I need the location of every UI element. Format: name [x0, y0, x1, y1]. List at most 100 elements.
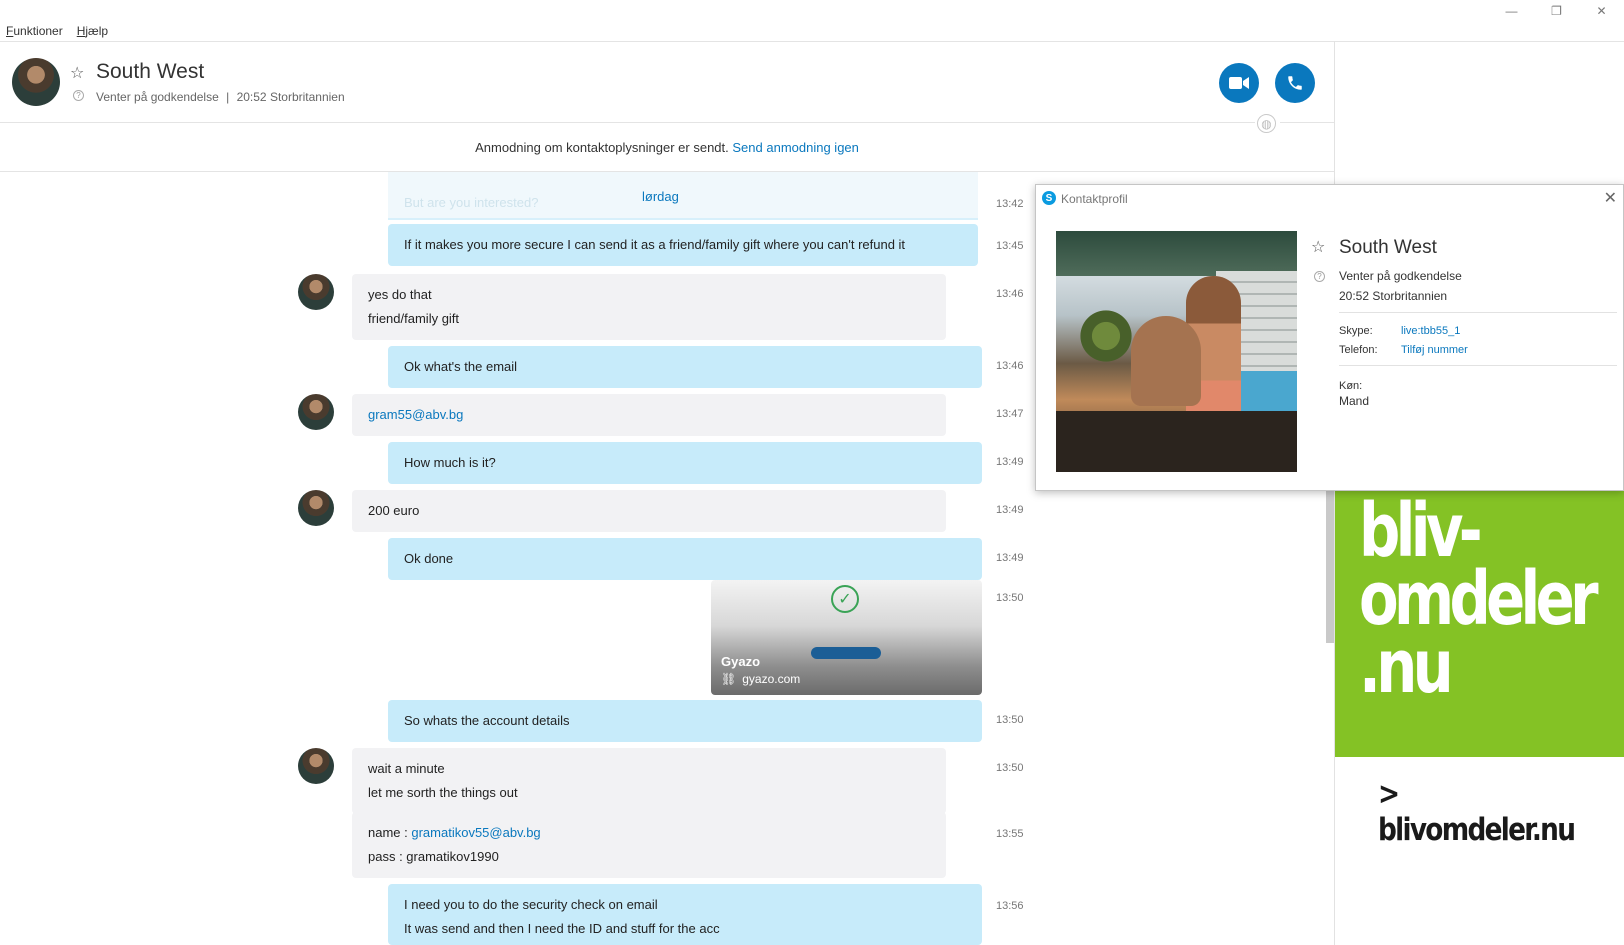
message-line: let me sorth the things out [368, 785, 518, 800]
outgoing-message[interactable]: So whats the account details [388, 700, 982, 742]
menu-funktioner[interactable]: Funktioner [6, 24, 63, 38]
profile-status: Venter på godkendelse [1339, 269, 1462, 283]
photo-palm [1076, 301, 1136, 371]
profile-local-time: 20:52 Storbritannien [1339, 289, 1448, 303]
email-link[interactable]: gram55@abv.bg [368, 407, 463, 422]
preview-domain: ⛓ gyazo.com [721, 672, 800, 686]
ad-headline: bliv- omdeler .nu [1359, 491, 1599, 710]
contact-status: Venter på godkendelse | 20:52 Storbritan… [96, 90, 345, 104]
outgoing-message[interactable]: How much is it? [388, 442, 982, 484]
favorite-star-icon[interactable]: ☆ [70, 63, 84, 83]
message-line: 200 euro [368, 503, 420, 518]
email-link[interactable]: gramatikov55@abv.bg [411, 825, 540, 840]
favorite-star-icon[interactable]: ☆ [1311, 237, 1325, 257]
message-line: So whats the account details [404, 713, 570, 728]
ad-line: omdeler [1359, 556, 1599, 642]
menu-bar: Funktioner Hjælp [6, 24, 108, 38]
message-line: yes do that [368, 287, 432, 302]
checkmark-icon: ✓ [831, 585, 859, 613]
incoming-message[interactable]: wait a minute let me sorth the things ou… [352, 748, 946, 814]
preview-title: Gyazo [721, 654, 761, 669]
contact-avatar[interactable] [12, 58, 60, 106]
local-time: 20:52 Storbritannien [236, 90, 345, 104]
contact-avatar[interactable] [298, 394, 334, 430]
incoming-message[interactable]: name : gramatikov55@abv.bg pass : gramat… [352, 812, 946, 878]
contact-avatar[interactable] [298, 274, 334, 310]
message-line: wait a minute [368, 761, 445, 776]
message-time: 13:47 [996, 408, 1024, 420]
audio-call-button[interactable] [1275, 63, 1315, 103]
day-separator: lørdag [642, 189, 679, 204]
message-time: 13:49 [996, 504, 1024, 516]
message-time: 13:50 [996, 714, 1024, 726]
message-line: pass : gramatikov1990 [368, 849, 499, 864]
message-time: 13:46 [996, 360, 1024, 372]
video-call-button[interactable] [1219, 63, 1259, 103]
status-separator: | [226, 90, 230, 104]
name-label: name : [368, 825, 412, 840]
ad-line: .nu [1359, 624, 1454, 710]
message-time: 13:55 [996, 828, 1024, 840]
phone-icon [1288, 76, 1302, 90]
status-text: Venter på godkendelse [96, 90, 219, 104]
ad-link[interactable]: > blivomdeler.nu [1378, 776, 1587, 848]
contact-avatar[interactable] [298, 490, 334, 526]
link-preview-card[interactable]: ✓ Gyazo ⛓ gyazo.com [711, 580, 982, 695]
close-icon[interactable]: ✕ [1604, 188, 1617, 208]
advertisement-banner[interactable]: bliv- omdeler .nu [1335, 491, 1624, 757]
faded-message-text: But are you interested? [404, 195, 539, 210]
contact-profile-panel: S Kontaktprofil ✕ ☆ South West ? Venter … [1035, 184, 1624, 491]
contact-name[interactable]: South West [96, 60, 204, 84]
incoming-message[interactable]: 200 euro [352, 490, 946, 532]
minimize-button[interactable]: — [1489, 0, 1534, 22]
preview-domain-text: gyazo.com [742, 672, 801, 686]
request-text: Anmodning om kontaktoplysninger er sendt… [475, 140, 729, 155]
message-time: 13:42 [996, 198, 1024, 210]
ad-line: bliv- [1359, 491, 1483, 574]
divider [1339, 365, 1617, 366]
close-window-button[interactable]: ✕ [1579, 0, 1624, 22]
menu-hjaelp[interactable]: Hjælp [77, 24, 108, 38]
contact-request-banner: Anmodning om kontaktoplysninger er sendt… [0, 140, 1334, 155]
outgoing-message[interactable]: Ok what's the email [388, 346, 982, 388]
message-line: If it makes you more secure I can send i… [404, 237, 906, 252]
divider [0, 122, 1255, 123]
incoming-message[interactable]: yes do that friend/family gift [352, 274, 946, 340]
message-line: Ok what's the email [404, 359, 518, 374]
phone-label: Telefon: [1339, 344, 1378, 356]
message-line: How much is it? [404, 455, 496, 470]
globe-icon: ◍ [1257, 114, 1276, 133]
gender-label: Køn: [1339, 380, 1363, 392]
outgoing-message[interactable]: Ok done [388, 538, 982, 580]
pending-status-icon: ? [73, 90, 84, 101]
window-controls: — ❐ ✕ [1489, 0, 1624, 22]
pending-status-icon: ? [1314, 271, 1325, 282]
message-line: Ok done [404, 551, 454, 566]
message-time: 13:56 [996, 900, 1024, 912]
message-time: 13:50 [996, 592, 1024, 604]
outgoing-message[interactable]: I need you to do the security check on e… [388, 884, 982, 945]
message-time: 13:50 [996, 762, 1024, 774]
message-line: It was send and then I need the ID and s… [404, 921, 720, 936]
photo-awning [1056, 231, 1297, 276]
message-line: name : gramatikov55@abv.bg [368, 821, 930, 845]
profile-photo [1056, 231, 1297, 472]
divider [0, 41, 1624, 42]
divider [1280, 122, 1334, 123]
message-line: I need you to do the security check on e… [404, 897, 658, 912]
outgoing-message[interactable]: If it makes you more secure I can send i… [388, 224, 978, 266]
contact-avatar[interactable] [298, 748, 334, 784]
resend-request-link[interactable]: Send anmodning igen [732, 140, 859, 155]
message-time: 13:46 [996, 288, 1024, 300]
skype-id[interactable]: live:tbb55_1 [1401, 325, 1460, 337]
skype-logo-icon: S [1042, 191, 1056, 205]
skype-label: Skype: [1339, 325, 1373, 337]
restore-button[interactable]: ❐ [1534, 0, 1579, 22]
preview-button-shape [811, 647, 881, 659]
add-phone-link[interactable]: Tilføj nummer [1401, 344, 1468, 356]
message-time: 13:49 [996, 552, 1024, 564]
incoming-message[interactable]: gram55@abv.bg [352, 394, 946, 436]
gender-value: Mand [1339, 394, 1370, 408]
message-time: 13:49 [996, 456, 1024, 468]
panel-title: Kontaktprofil [1061, 192, 1128, 206]
